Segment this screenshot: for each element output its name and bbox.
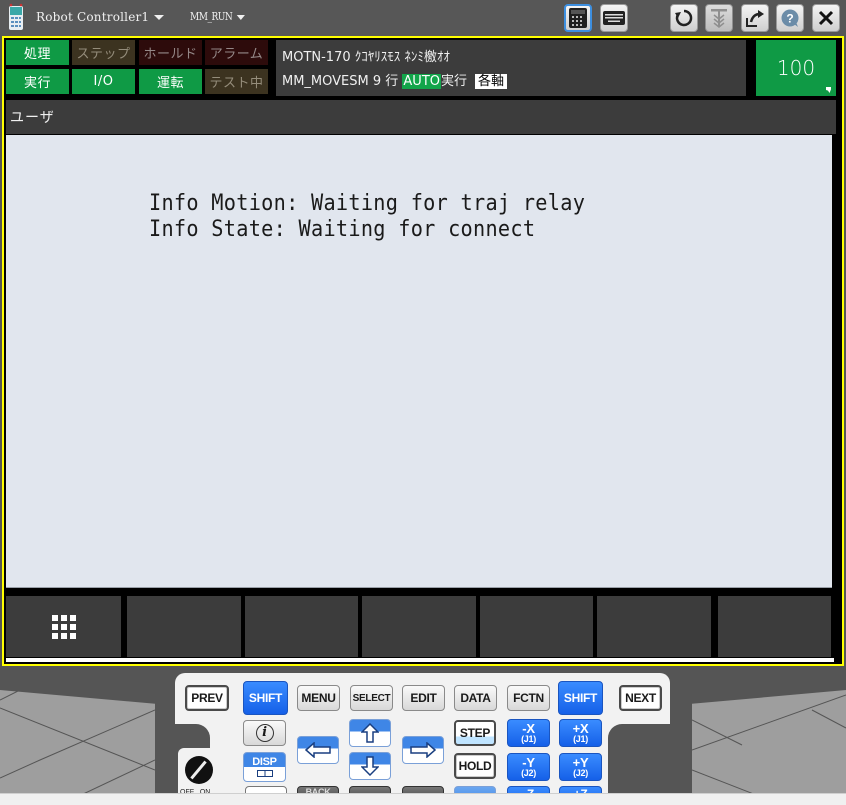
step-key[interactable]: STEP bbox=[454, 720, 496, 746]
jog-plus-y-label: +Y bbox=[572, 754, 589, 770]
shift-left-key[interactable]: SHIFT bbox=[243, 681, 288, 715]
message-line: Info State: Waiting for connect bbox=[149, 217, 536, 242]
status-test-mode: テスト中 bbox=[205, 69, 268, 94]
screen-title: ユーザ bbox=[10, 110, 55, 126]
prev-key[interactable]: PREV bbox=[185, 685, 229, 711]
arrow-up-icon bbox=[361, 723, 379, 743]
chevron-down-icon bbox=[154, 15, 165, 20]
info-icon: i bbox=[255, 724, 274, 742]
screen-title-bar: ユーザ bbox=[6, 100, 836, 134]
teach-pendant-view-icon bbox=[569, 8, 587, 28]
status-operation: 運転 bbox=[139, 69, 202, 94]
controller-dropdown-label: Robot Controller1 bbox=[36, 10, 150, 24]
refresh-button[interactable] bbox=[670, 4, 698, 32]
hold-key[interactable]: HOLD bbox=[454, 753, 496, 779]
corner-indicator-icon bbox=[826, 87, 831, 93]
pendant-grip-left bbox=[0, 690, 155, 805]
fctn-key[interactable]: FCTN bbox=[507, 685, 550, 711]
help-icon: ? bbox=[781, 9, 799, 27]
pendant-screen: 処理 ステップ ホールド アラーム 実行 I/O 運転 テスト中 MOTN-17… bbox=[2, 36, 844, 666]
disp-key-label: DISP bbox=[252, 756, 277, 768]
user-screen-content: Info Motion: Waiting for traj relay Info… bbox=[6, 135, 832, 588]
keyboard-button[interactable] bbox=[600, 4, 628, 32]
chevron-down-icon bbox=[236, 14, 245, 20]
controller-dropdown[interactable]: Robot Controller1 bbox=[36, 10, 165, 24]
jog-plus-x-key[interactable]: +X (J1) bbox=[559, 719, 602, 747]
coord-system-badge: 各軸 bbox=[475, 74, 508, 89]
jog-plus-x-label: +X bbox=[572, 720, 589, 736]
status-run: 実行 bbox=[6, 69, 69, 94]
fkey-f3[interactable] bbox=[362, 596, 476, 657]
status-alarm: アラーム bbox=[205, 40, 268, 65]
jog-minus-x-sub: (J1) bbox=[521, 733, 536, 744]
up-arrow-key[interactable] bbox=[349, 719, 391, 747]
teach-pendant-view-button[interactable] bbox=[564, 4, 592, 32]
jog-minus-y-sub: (J2) bbox=[521, 767, 536, 778]
fkey-f6[interactable] bbox=[718, 596, 831, 657]
close-button[interactable] bbox=[812, 4, 840, 32]
speed-override-button[interactable]: 100 bbox=[756, 40, 836, 96]
help-button[interactable]: ? bbox=[776, 4, 804, 32]
fkey-menu[interactable] bbox=[6, 596, 121, 657]
keyboard-icon bbox=[603, 11, 625, 25]
fkey-f2[interactable] bbox=[245, 596, 358, 657]
message-line: Info Motion: Waiting for traj relay bbox=[149, 191, 586, 216]
left-arrow-key[interactable] bbox=[297, 736, 339, 764]
status-io: I/O bbox=[72, 69, 135, 94]
program-status-line: MM_MOVESM 9 行 AUTO実行 各軸 bbox=[282, 70, 508, 89]
shift-right-key[interactable]: SHIFT bbox=[558, 681, 603, 715]
function-key-bar bbox=[6, 596, 838, 658]
fkey-f1[interactable] bbox=[127, 596, 241, 657]
key-switch-knob-icon bbox=[185, 756, 213, 784]
arrow-down-icon bbox=[361, 756, 379, 776]
edit-key[interactable]: EDIT bbox=[402, 685, 445, 711]
status-busy: 処理 bbox=[6, 40, 69, 65]
fkey-f4[interactable] bbox=[480, 596, 593, 657]
status-step: ステップ bbox=[72, 40, 135, 65]
jog-minus-y-key[interactable]: -Y (J2) bbox=[507, 753, 550, 781]
data-key[interactable]: DATA bbox=[454, 685, 497, 711]
refresh-icon bbox=[675, 9, 693, 27]
teach-pendant-app-icon bbox=[9, 3, 23, 30]
bottom-strip bbox=[0, 793, 846, 805]
split-screen-icon bbox=[256, 770, 273, 777]
speed-override-value: 100 bbox=[776, 56, 816, 80]
fkey-f5[interactable] bbox=[597, 596, 711, 657]
jog-plus-x-sub: (J1) bbox=[573, 733, 588, 744]
arrow-left-icon bbox=[305, 742, 331, 758]
down-arrow-key[interactable] bbox=[349, 752, 391, 780]
alarm-message: MOTN-170 ｸｺﾔﾘｽﾓｽ ﾈﾝﾐ檄ｵｵ bbox=[282, 50, 450, 65]
status-hold: ホールド bbox=[139, 40, 202, 65]
screen-bottom-border bbox=[6, 658, 834, 662]
arrow-right-icon bbox=[410, 742, 436, 758]
svg-text:?: ? bbox=[786, 12, 793, 26]
status-indicators: 処理 ステップ ホールド アラーム 実行 I/O 運転 テスト中 bbox=[6, 40, 268, 96]
disp-key[interactable]: DISP bbox=[243, 752, 286, 782]
next-key[interactable]: NEXT bbox=[619, 685, 662, 711]
info-key[interactable]: i bbox=[243, 720, 286, 746]
pin-disabled-icon bbox=[711, 9, 727, 28]
menu-key[interactable]: MENU bbox=[297, 685, 340, 711]
run-state: 実行 bbox=[441, 74, 468, 89]
right-arrow-key[interactable] bbox=[402, 736, 444, 764]
program-dropdown[interactable]: MM_RUN bbox=[190, 10, 245, 23]
jog-minus-x-label: -X bbox=[522, 720, 535, 736]
title-bar: Robot Controller1 MM_RUN ? bbox=[0, 0, 846, 36]
select-key[interactable]: SELECT bbox=[350, 685, 393, 711]
mode-badge: AUTO bbox=[402, 74, 441, 89]
program-dropdown-label: MM_RUN bbox=[190, 10, 233, 23]
jog-plus-y-sub: (J2) bbox=[573, 767, 588, 778]
alarm-info-box: MOTN-170 ｸｺﾔﾘｽﾓｽ ﾈﾝﾐ檄ｵｵ MM_MOVESM 9 行 AU… bbox=[276, 40, 746, 96]
pendant-grip-right bbox=[692, 690, 846, 805]
grid-menu-icon bbox=[51, 614, 76, 639]
jog-minus-x-key[interactable]: -X (J1) bbox=[507, 719, 550, 747]
close-icon bbox=[818, 10, 834, 26]
jog-minus-y-label: -Y bbox=[522, 754, 535, 770]
program-line: MM_MOVESM 9 行 bbox=[282, 74, 403, 89]
external-window-button[interactable] bbox=[741, 4, 769, 32]
jog-plus-y-key[interactable]: +Y (J2) bbox=[559, 753, 602, 781]
pin-button[interactable] bbox=[705, 4, 733, 32]
external-window-icon bbox=[746, 10, 764, 27]
